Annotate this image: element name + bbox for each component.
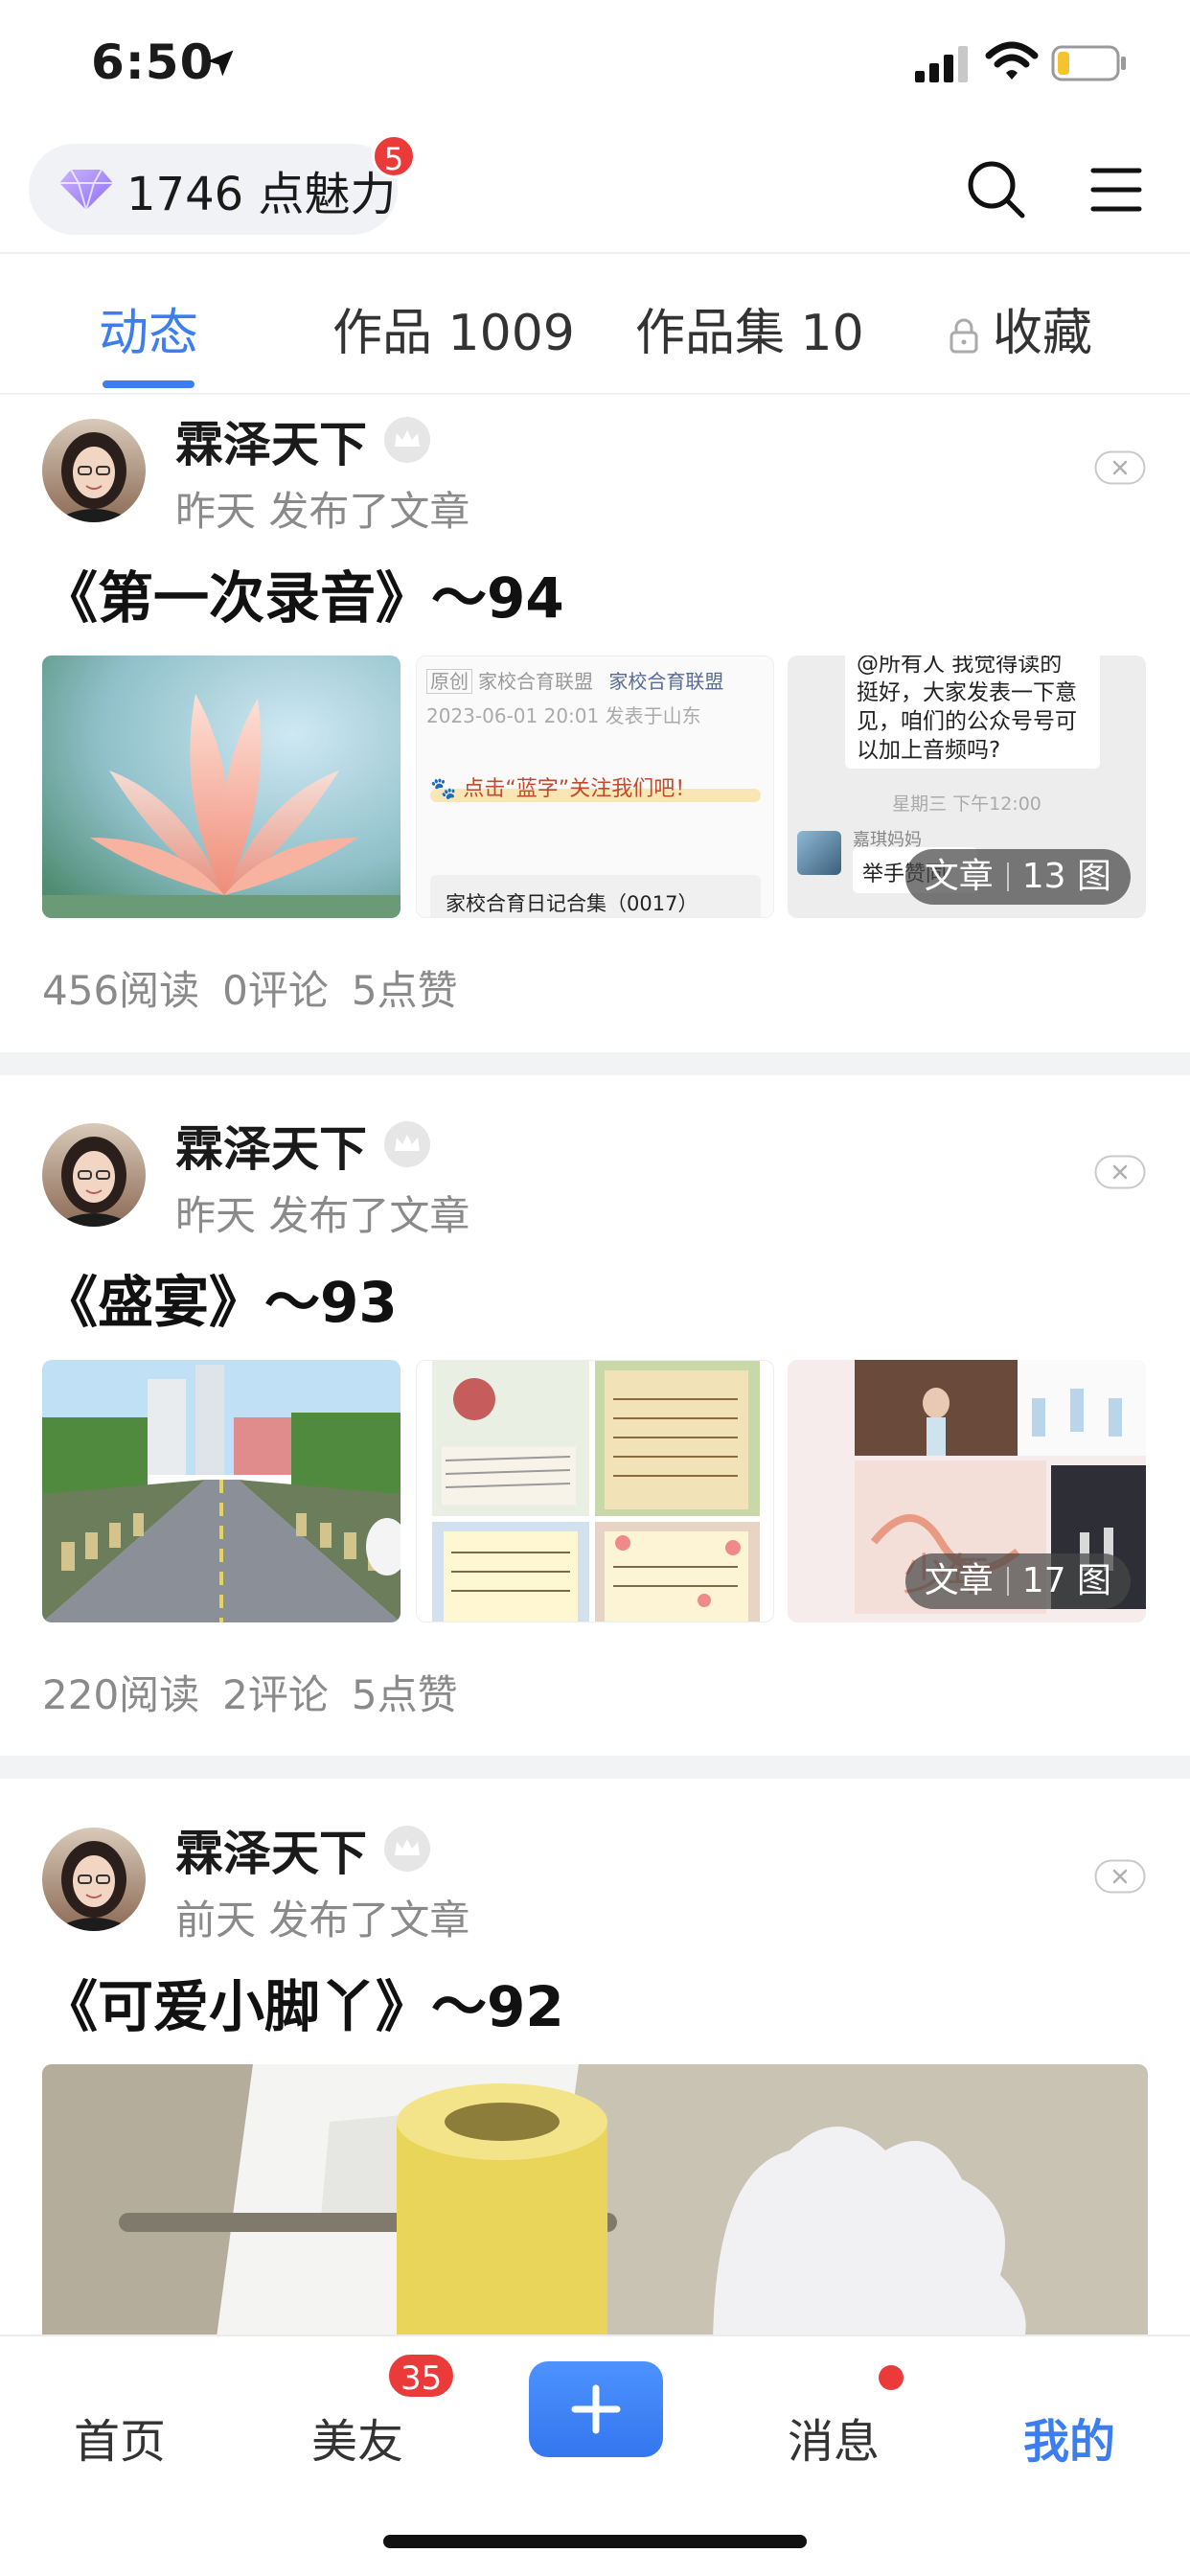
dismiss-icon[interactable]	[1094, 1155, 1146, 1189]
read-count: 456阅读	[42, 967, 200, 1014]
charm-points-pill[interactable]: 1746 点魅力	[29, 144, 398, 235]
diamond-icon	[59, 169, 113, 212]
comment-count[interactable]: 2评论	[222, 1671, 329, 1718]
original-tag: 原创	[426, 669, 472, 694]
feed-post[interactable]: 霖泽天下 昨天 发布了文章 《盛宴》～93 文章 17 图 220阅读 2评论 …	[0, 1099, 1190, 1780]
article-headline: 家校合育日记合集（0017）	[446, 892, 698, 915]
follow-prompt: 🐾 点击“蓝字”关注我们吧！	[430, 777, 697, 801]
messages-unread-dot	[879, 2365, 904, 2390]
lock-icon	[950, 318, 978, 354]
read-count: 220阅读	[42, 1671, 200, 1718]
author-name[interactable]: 霖泽天下	[175, 406, 367, 475]
battery-icon	[1051, 45, 1126, 81]
post-title[interactable]: 《可爱小脚丫》～92	[42, 1962, 564, 2042]
follow-text: 点击“蓝字”关注我们吧！	[463, 777, 697, 801]
active-tab-indicator	[103, 380, 195, 388]
cellular-signal-icon	[915, 46, 968, 82]
status-bar: 6:50	[0, 0, 1190, 129]
crown-badge-icon	[384, 417, 430, 463]
post-image[interactable]	[42, 2064, 1148, 2352]
crown-badge-icon	[384, 1121, 430, 1167]
feed-post[interactable]: 霖泽天下 前天 发布了文章 《可爱小脚丫》～92	[0, 1804, 1190, 2352]
nav-friends[interactable]: 美友	[311, 2404, 403, 2471]
avatar[interactable]	[42, 1123, 146, 1227]
tab-favorites-label: 收藏	[993, 305, 1093, 362]
status-time: 6:50	[91, 34, 215, 90]
nav-messages[interactable]: 消息	[788, 2404, 880, 2471]
post-title[interactable]: 《盛宴》～93	[42, 1257, 398, 1338]
post-image[interactable]	[416, 1360, 774, 1622]
wifi-icon	[985, 41, 1039, 80]
avatar[interactable]	[42, 1828, 146, 1931]
feed-post[interactable]: 霖泽天下 昨天 发布了文章 《第一次录音》～94 原创 家校合育联盟 家校合育联…	[0, 395, 1190, 1075]
menu-icon[interactable]	[1087, 161, 1145, 218]
post-image[interactable]: 原创 家校合育联盟 家校合育联盟 2023-06-01 20:01 发表于山东 🐾…	[416, 656, 774, 918]
author-name[interactable]: 霖泽天下	[175, 1815, 367, 1884]
media-count-badge: 文章 17 图	[904, 1553, 1131, 1609]
like-count[interactable]: 5点赞	[352, 967, 458, 1014]
badge-count: 13 图	[1021, 857, 1111, 896]
post-title[interactable]: 《第一次录音》～94	[42, 553, 564, 633]
post-image[interactable]	[42, 1360, 400, 1622]
add-post-button[interactable]	[529, 2361, 663, 2457]
chat-line: 见，咱们的公众号号可	[857, 709, 1077, 734]
chat-avatar	[797, 831, 841, 875]
post-image[interactable]: 少年 文章17 图	[788, 1360, 1146, 1622]
post-divider	[0, 1052, 1190, 1075]
tab-collections[interactable]: 作品集 10	[635, 292, 864, 364]
chat-time: 星期三 下午12:00	[892, 794, 1041, 815]
nav-home[interactable]: 首页	[74, 2404, 166, 2471]
search-icon[interactable]	[963, 156, 1030, 223]
chat-line: 以加上音频吗?	[857, 738, 1001, 763]
nav-mine[interactable]: 我的	[1023, 2404, 1115, 2471]
charm-points-text: 1746 点魅力	[126, 167, 397, 221]
friends-badge: 35	[386, 2352, 457, 2400]
post-stats: 456阅读 0评论 5点赞	[42, 958, 481, 1017]
org-link: 家校合育联盟	[608, 670, 724, 693]
tab-favorites[interactable]: 收藏	[949, 292, 1092, 364]
dismiss-icon[interactable]	[1094, 450, 1146, 485]
comment-count[interactable]: 0评论	[222, 967, 329, 1014]
charm-notification-badge: 5	[372, 134, 416, 178]
tab-works[interactable]: 作品 1009	[332, 292, 575, 364]
post-image[interactable]: @所有人 我觉得读的 挺好，大家发表一下意 见，咱们的公众号号可 以加上音频吗?…	[788, 656, 1146, 918]
post-image[interactable]	[42, 656, 400, 918]
org-name: 家校合育联盟	[478, 670, 593, 693]
avatar[interactable]	[42, 419, 146, 522]
post-meta: 前天 发布了文章	[175, 1897, 470, 1944]
crown-badge-icon	[384, 1826, 430, 1872]
post-meta: 昨天 发布了文章	[175, 488, 470, 535]
author-name[interactable]: 霖泽天下	[175, 1111, 367, 1180]
home-indicator	[383, 2535, 807, 2548]
tab-feed[interactable]: 动态	[99, 292, 198, 364]
media-count-badge: 文章 13 图	[904, 849, 1131, 905]
plus-icon	[571, 2384, 621, 2434]
badge-type: 文章	[924, 1561, 994, 1600]
badge-count: 17 图	[1021, 1561, 1111, 1600]
chat-message: @所有人 我觉得读的 挺好，大家发表一下意 见，咱们的公众号号可 以加上音频吗?	[857, 656, 1077, 765]
dismiss-icon[interactable]	[1094, 1859, 1146, 1894]
chat-line: 挺好，大家发表一下意	[857, 680, 1077, 705]
post-divider	[0, 1756, 1190, 1779]
profile-tabs: 动态 作品 1009 作品集 10 收藏	[0, 254, 1190, 393]
chat-line: @所有人 我觉得读的	[857, 656, 1063, 677]
badge-type: 文章	[924, 857, 994, 896]
post-meta: 昨天 发布了文章	[175, 1192, 470, 1239]
like-count[interactable]: 5点赞	[352, 1671, 458, 1718]
post-stats: 220阅读 2评论 5点赞	[42, 1663, 481, 1721]
location-arrow-icon	[207, 50, 234, 77]
article-date: 2023-06-01 20:01 发表于山东	[426, 704, 701, 727]
